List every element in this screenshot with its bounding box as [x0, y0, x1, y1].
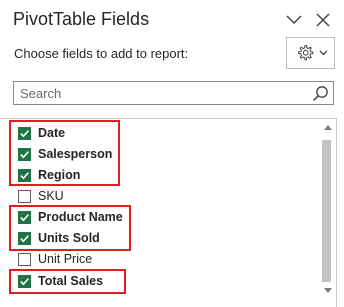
checkmark-icon [20, 150, 29, 158]
field-item-sku[interactable]: SKU [18, 187, 64, 205]
field-checkbox[interactable] [18, 189, 31, 203]
panel-title: PivotTable Fields [13, 9, 150, 29]
field-label: Product Name [38, 210, 123, 224]
scroll-up-arrow[interactable] [324, 125, 332, 130]
field-label: Salesperson [38, 147, 113, 161]
field-checkbox[interactable] [18, 231, 31, 245]
field-checkbox[interactable] [18, 210, 31, 224]
field-label: Units Sold [38, 231, 100, 245]
field-label: Total Sales [38, 274, 104, 288]
close-button[interactable] [313, 10, 333, 30]
scroll-down-arrow[interactable] [324, 288, 332, 293]
field-checkbox[interactable] [18, 274, 31, 288]
close-icon [316, 13, 330, 27]
field-label: Region [38, 168, 81, 182]
collapse-button[interactable] [284, 10, 304, 30]
field-list-scrollbar[interactable] [319, 118, 337, 307]
checkmark-icon [20, 129, 29, 137]
scroll-thumb[interactable] [322, 140, 331, 282]
field-item-product-name[interactable]: Product Name [18, 208, 123, 226]
checkmark-icon [20, 234, 29, 242]
field-label: Date [38, 126, 66, 140]
field-item-total-sales[interactable]: Total Sales [18, 272, 103, 290]
checkmark-icon [20, 213, 29, 221]
field-label: Unit Price [38, 252, 93, 266]
checkmark-icon [20, 277, 29, 285]
search-icon[interactable] [312, 85, 329, 102]
chevron-down-icon [286, 15, 302, 24]
field-checkbox[interactable] [18, 147, 31, 161]
field-checkbox[interactable] [18, 252, 31, 266]
field-checkbox[interactable] [18, 126, 31, 140]
field-item-date[interactable]: Date [18, 124, 65, 142]
field-item-region[interactable]: Region [18, 166, 80, 184]
field-label: SKU [38, 189, 64, 203]
caret-down-icon [319, 50, 328, 56]
search-box [13, 81, 334, 105]
field-item-units-sold[interactable]: Units Sold [18, 229, 100, 247]
field-item-unit-price[interactable]: Unit Price [18, 250, 92, 268]
checkmark-icon [20, 171, 29, 179]
search-input[interactable] [14, 82, 304, 104]
gear-icon [298, 45, 314, 61]
field-settings-button[interactable] [286, 37, 335, 69]
field-checkbox[interactable] [18, 168, 31, 182]
field-list: Date Salesperson Region SKU Product Name… [0, 118, 337, 307]
field-item-salesperson[interactable]: Salesperson [18, 145, 112, 163]
panel-subtitle: Choose fields to add to report: [14, 46, 189, 61]
